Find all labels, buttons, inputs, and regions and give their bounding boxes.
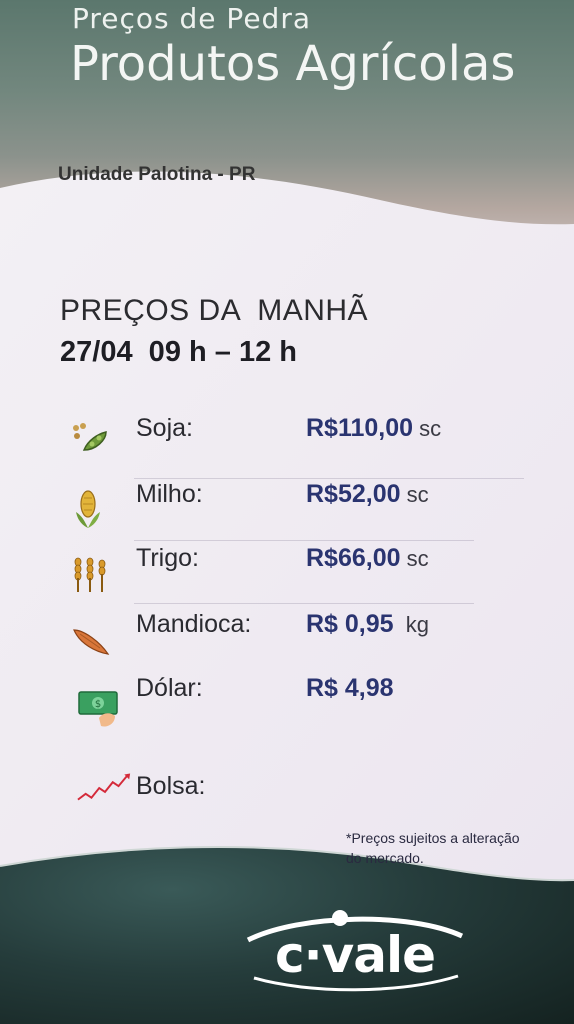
- price-unit: sc: [400, 546, 429, 571]
- row-divider: [134, 603, 474, 604]
- cvale-logo: c·vale: [246, 910, 464, 992]
- soybean-icon: [73, 423, 107, 451]
- svg-text:$: $: [95, 699, 101, 710]
- logo-text: c·vale: [275, 926, 435, 984]
- price-row-bolsa: Bolsa:: [0, 772, 574, 832]
- price-value: R$52,00 sc: [306, 480, 429, 508]
- price-unit: kg: [393, 612, 430, 637]
- price-row-mandioca: Mandioca: R$ 0,95 kg: [0, 610, 574, 670]
- price-label: Milho:: [136, 480, 203, 508]
- price-row-trigo: Trigo: R$66,00 sc: [0, 544, 574, 604]
- stock-chart-icon: [77, 773, 131, 801]
- session-title: PREÇOS DA MANHÃ: [60, 294, 369, 327]
- price-disclaimer: *Preços sujeitos a alteração do mercado.: [346, 830, 520, 866]
- header-title: Produtos Agrícolas: [70, 36, 516, 92]
- price-unit: sc: [413, 416, 442, 441]
- price-row-dolar: $ Dólar: R$ 4,98: [0, 674, 574, 734]
- price-label: Dólar:: [136, 674, 203, 702]
- row-divider: [134, 478, 524, 479]
- price-value: R$110,00 sc: [306, 414, 442, 442]
- header-subtitle: Preços de Pedra: [72, 2, 311, 35]
- price-row-milho: Milho: R$52,00 sc: [0, 480, 574, 540]
- wheat-icon: [74, 557, 106, 592]
- price-value: R$66,00 sc: [306, 544, 429, 572]
- corn-icon: [76, 490, 100, 528]
- cassava-icon: [73, 629, 110, 655]
- price-label: Bolsa:: [136, 772, 206, 800]
- price-value: R$ 0,95 kg: [306, 610, 430, 638]
- price-label: Soja:: [136, 414, 193, 442]
- price-label: Mandioca:: [136, 610, 252, 638]
- price-label: Trigo:: [136, 544, 199, 572]
- money-icon: $: [78, 691, 118, 727]
- price-value: R$ 4,98: [306, 674, 394, 702]
- unit-location: Unidade Palotina - PR: [58, 164, 256, 185]
- row-divider: [134, 540, 474, 541]
- session-datetime: 27/04 09 h – 12 h: [60, 336, 297, 368]
- price-unit: sc: [400, 482, 429, 507]
- price-board-screen: Preços de Pedra Produtos Agrícolas Unida…: [0, 0, 574, 1024]
- price-row-soja: Soja: R$110,00 sc: [0, 414, 574, 474]
